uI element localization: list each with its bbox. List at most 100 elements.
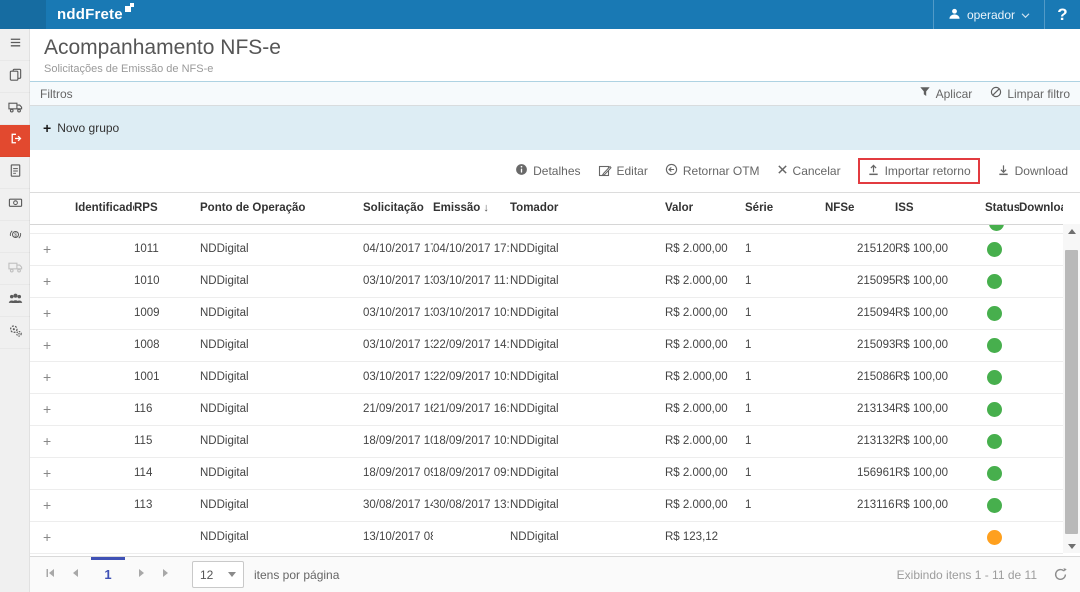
expand-row-icon[interactable]: + — [30, 241, 51, 257]
expand-row-icon[interactable]: + — [30, 369, 51, 385]
cell-ponto-operacao: NDDigital — [200, 361, 363, 393]
expand-row-icon[interactable]: + — [30, 305, 51, 321]
details-button[interactable]: Detalhes — [515, 163, 580, 179]
sidebar-item-nfse-emission[interactable] — [0, 125, 30, 157]
status-indicator — [987, 274, 1002, 289]
sidebar-item-users[interactable] — [0, 285, 30, 317]
expand-row-icon[interactable]: + — [30, 273, 51, 289]
clear-filter-button[interactable]: Limpar filtro — [990, 86, 1070, 101]
truck-icon — [8, 99, 23, 119]
scrollbar-thumb[interactable] — [1065, 250, 1078, 534]
cell-valor: R$ 2.000,00 — [665, 361, 745, 393]
data-grid: IdentificadorRPSPonto de OperaçãoSolicit… — [30, 192, 1080, 556]
cell-iss: R$ 100,00 — [895, 457, 985, 489]
scroll-up-arrow[interactable] — [1063, 224, 1080, 238]
cell-download — [1019, 393, 1063, 425]
cell-nfse: 215086 — [825, 361, 895, 393]
cancel-button[interactable]: Cancelar — [777, 164, 841, 178]
cell-serie: 1 — [745, 297, 825, 329]
expand-row-icon[interactable]: + — [30, 337, 51, 353]
expand-row-icon[interactable]: + — [30, 433, 51, 449]
cell-iss: R$ 100,00 — [895, 265, 985, 297]
edit-button[interactable]: Editar — [598, 163, 648, 180]
cell-rps: 1001 — [134, 361, 200, 393]
column-header-solicita-o[interactable]: Solicitação — [363, 193, 433, 224]
cell-ponto-operacao: NDDigital — [200, 329, 363, 361]
cell-emissao: 04/10/2017 17:... — [433, 233, 510, 265]
column-header-valor[interactable]: Valor — [665, 193, 745, 224]
column-header-tomador[interactable]: Tomador — [510, 193, 665, 224]
expand-row-icon[interactable]: + — [30, 465, 51, 481]
cell-ponto-operacao: NDDigital — [200, 393, 363, 425]
status-indicator — [989, 225, 1004, 231]
sidebar-item-money[interactable] — [0, 189, 30, 221]
cell-download — [1019, 329, 1063, 361]
new-group-button[interactable]: + Novo grupo — [43, 121, 119, 135]
column-header-emiss-o[interactable]: Emissão ↓ — [433, 193, 510, 224]
apply-filter-button[interactable]: Aplicar — [919, 86, 973, 101]
sidebar-item-billing[interactable]: $ — [0, 221, 30, 253]
table-row[interactable]: +114NDDigital18/09/2017 09:...18/09/2017… — [30, 457, 1063, 489]
scroll-down-arrow[interactable] — [1063, 539, 1080, 553]
table-row[interactable]: +1008NDDigital03/10/2017 13:...22/09/201… — [30, 329, 1063, 361]
clear-filter-label: Limpar filtro — [1007, 87, 1070, 101]
expand-row-icon[interactable]: + — [30, 497, 51, 513]
cell-iss: R$ 100,00 — [895, 233, 985, 265]
table-row[interactable]: +1001NDDigital03/10/2017 13:...22/09/201… — [30, 361, 1063, 393]
cell-tomador: NDDigital — [510, 233, 665, 265]
vertical-scrollbar[interactable] — [1063, 224, 1080, 553]
cell-iss: R$ 100,00 — [895, 297, 985, 329]
page-size-dropdown[interactable]: 12 — [192, 561, 244, 588]
sidebar-item-fleet[interactable] — [0, 253, 30, 285]
cell-valor: R$ 2.000,00 — [665, 329, 745, 361]
sidebar-item-transport[interactable] — [0, 93, 30, 125]
refresh-button[interactable] — [1053, 567, 1068, 582]
cell-emissao: 18/09/2017 09:... — [433, 457, 510, 489]
column-header-ponto-de-opera-o[interactable]: Ponto de Operação — [200, 193, 363, 224]
filters-title: Filtros — [40, 87, 73, 101]
table-row[interactable]: +1009NDDigital03/10/2017 13:...03/10/201… — [30, 297, 1063, 329]
table-row[interactable]: +115NDDigital18/09/2017 10:...18/09/2017… — [30, 425, 1063, 457]
sidebar-item-document[interactable] — [0, 157, 30, 189]
cell-nfse: 156961 — [825, 457, 895, 489]
table-row[interactable]: +NDDigital13/10/2017 08:...NDDigitalR$ 1… — [30, 521, 1063, 553]
cell-ponto-operacao: NDDigital — [200, 425, 363, 457]
expand-row-icon[interactable]: + — [30, 529, 51, 545]
cell-emissao: 30/08/2017 13:... — [433, 489, 510, 521]
sidebar-item-settings[interactable] — [0, 317, 30, 349]
copy-pages-icon — [8, 67, 23, 87]
prev-page-button[interactable] — [63, 557, 88, 592]
column-header-expand[interactable] — [30, 193, 75, 224]
expand-row-icon[interactable]: + — [30, 401, 51, 417]
sidebar-item-documents[interactable] — [0, 61, 30, 93]
return-circle-icon — [665, 163, 678, 179]
column-header-nfse[interactable]: NFSe — [825, 193, 895, 224]
download-button[interactable]: Download — [997, 163, 1068, 179]
cell-rps: 116 — [134, 393, 200, 425]
column-header-iss[interactable]: ISS — [895, 193, 985, 224]
table-row[interactable]: +116NDDigital21/09/2017 16:...21/09/2017… — [30, 393, 1063, 425]
table-row-partial[interactable] — [30, 224, 1063, 233]
status-indicator — [987, 530, 1002, 545]
table-row[interactable]: +1011NDDigital04/10/2017 17:...04/10/201… — [30, 233, 1063, 265]
column-header-s-rie[interactable]: Série — [745, 193, 825, 224]
column-header-identificador[interactable]: Identificador — [75, 193, 134, 224]
column-header-rps[interactable]: RPS — [134, 193, 200, 224]
next-page-button[interactable] — [128, 557, 153, 592]
table-row[interactable]: +113NDDigital30/08/2017 14:...30/08/2017… — [30, 489, 1063, 521]
column-header-status[interactable]: Status — [985, 193, 1019, 224]
last-page-button[interactable] — [153, 557, 178, 592]
cell-identificador — [75, 361, 134, 393]
page-number-current[interactable]: 1 — [88, 557, 128, 592]
return-otm-button[interactable]: Retornar OTM — [665, 163, 760, 179]
cell-nfse: 215095 — [825, 265, 895, 297]
topbar: nddFrete operador ? — [0, 0, 1080, 29]
import-return-button[interactable]: Importar retorno — [858, 158, 980, 184]
table-row[interactable]: +1010NDDigital03/10/2017 13:...03/10/201… — [30, 265, 1063, 297]
first-page-button[interactable] — [38, 557, 63, 592]
table-body: +1011NDDigital04/10/2017 17:...04/10/201… — [30, 224, 1063, 553]
help-button[interactable]: ? — [1045, 0, 1080, 29]
sidebar-menu-toggle[interactable] — [0, 29, 30, 61]
column-header-download[interactable]: Download — [1019, 193, 1063, 224]
user-menu[interactable]: operador — [934, 0, 1044, 29]
